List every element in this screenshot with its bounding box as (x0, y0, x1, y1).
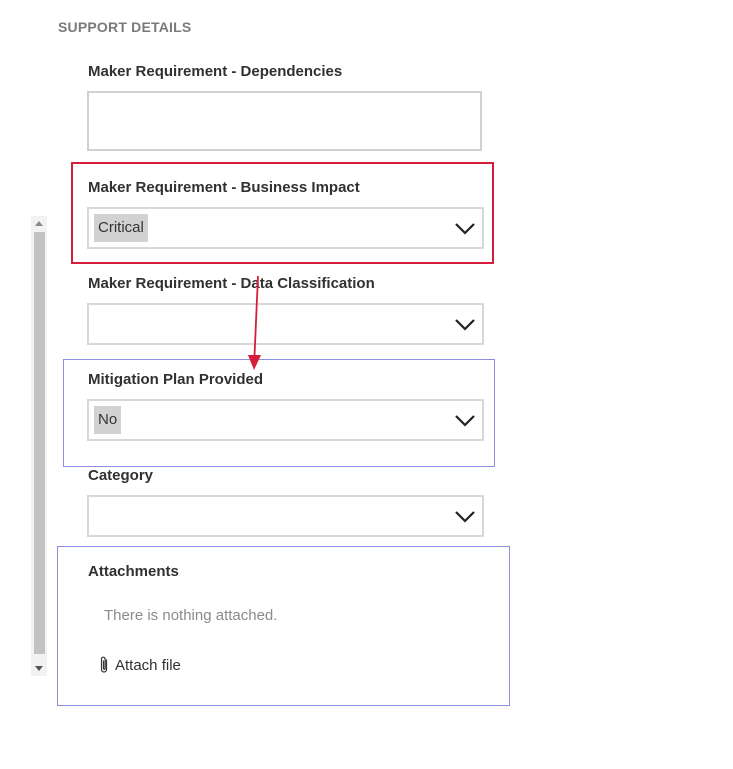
support-details-panel: SUPPORT DETAILS Maker Requirement - Depe… (0, 0, 733, 769)
scroll-down-arrow-icon[interactable] (35, 666, 43, 671)
section-title: SUPPORT DETAILS (58, 19, 192, 35)
chevron-down-icon (455, 319, 475, 331)
scrollbar-thumb[interactable] (34, 232, 45, 654)
attachments-empty-text: There is nothing attached. (104, 607, 278, 624)
dependencies-textarea[interactable] (87, 91, 482, 151)
scroll-up-arrow-icon[interactable] (35, 221, 43, 226)
mitigation-plan-select[interactable]: No (87, 399, 484, 441)
category-label: Category (88, 467, 154, 484)
chevron-down-icon (455, 223, 475, 235)
chevron-down-icon (455, 415, 475, 427)
business-impact-select[interactable]: Critical (87, 207, 484, 249)
paperclip-icon (100, 656, 108, 673)
business-impact-label: Maker Requirement - Business Impact (88, 179, 360, 196)
mitigation-plan-label: Mitigation Plan Provided (88, 371, 264, 388)
vertical-scrollbar[interactable] (31, 216, 47, 676)
chevron-down-icon (455, 511, 475, 523)
data-classification-select[interactable] (87, 303, 484, 345)
data-classification-label: Maker Requirement - Data Classification (88, 275, 375, 292)
dependencies-label: Maker Requirement - Dependencies (88, 63, 343, 80)
attachments-label: Attachments (88, 563, 179, 580)
mitigation-plan-value: No (94, 406, 122, 434)
attach-file-button[interactable]: Attach file (97, 654, 181, 676)
category-select[interactable] (87, 495, 484, 537)
business-impact-value: Critical (94, 214, 148, 242)
attach-file-label: Attach file (115, 656, 181, 674)
